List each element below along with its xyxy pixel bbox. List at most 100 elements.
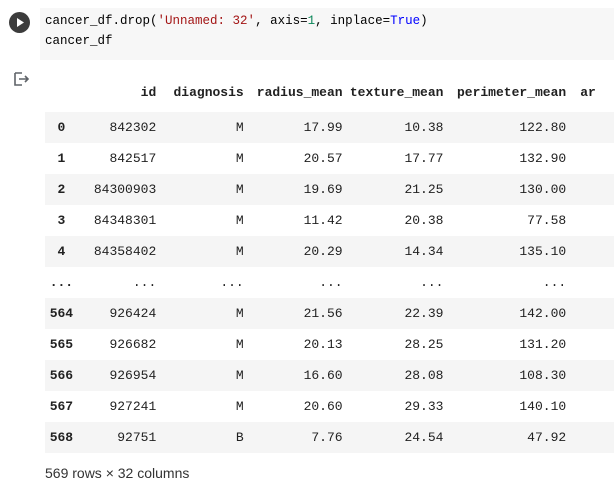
table-cell: 17.77 (404, 151, 444, 166)
table-row: 4 84358402 M 20.29 14.34 135.10 (45, 236, 614, 267)
table-row: 565 926682 M 20.13 28.25 131.20 (45, 329, 614, 360)
table-cell: 20.29 (303, 244, 343, 259)
code-token: cancer_df.drop( (45, 14, 158, 28)
table-cell (570, 422, 614, 453)
column-header: ar (580, 84, 596, 100)
table-cell: B (235, 430, 244, 445)
table-cell: M (235, 368, 244, 383)
table-cell (570, 329, 614, 360)
row-index: 567 (49, 399, 74, 414)
table-cell: M (235, 120, 244, 135)
table-cell (570, 267, 614, 298)
row-index: 566 (49, 368, 74, 383)
table-cell: 17.99 (303, 120, 343, 135)
table-cell: 20.60 (303, 399, 343, 414)
row-index: 0 (57, 120, 66, 135)
table-cell: 16.60 (303, 368, 343, 383)
table-cell: 28.25 (404, 337, 444, 352)
code-number-token: 1 (307, 14, 316, 28)
table-cell: 77.58 (527, 213, 567, 228)
table-cell: M (235, 244, 244, 259)
table-cell: 28.08 (404, 368, 444, 383)
table-cell: 926954 (109, 368, 157, 383)
table-cell: 14.34 (404, 244, 444, 259)
table-cell: 842517 (109, 151, 157, 166)
row-index: 4 (57, 244, 66, 259)
table-cell: 927241 (109, 399, 157, 414)
row-index: ... (49, 275, 74, 290)
table-row: 568 92751 B 7.76 24.54 47.92 (45, 422, 614, 453)
index-header (45, 72, 78, 112)
code-line-2: cancer_df (45, 34, 113, 48)
table-cell: 135.10 (519, 244, 567, 259)
run-cell-button[interactable] (9, 12, 30, 33)
code-cell: cancer_df.drop('Unnamed: 32', axis=1, in… (0, 0, 614, 62)
table-row: 1 842517 M 20.57 17.77 132.90 (45, 143, 614, 174)
table-row: 567 927241 M 20.60 29.33 140.10 (45, 391, 614, 422)
table-cell (570, 298, 614, 329)
code-keyword-token: True (390, 14, 421, 28)
table-cell: M (235, 399, 244, 414)
row-index: 1 (57, 151, 66, 166)
table-cell: 11.42 (303, 213, 343, 228)
code-token: , inplace= (315, 14, 391, 28)
column-header: texture_mean (349, 84, 444, 100)
play-icon (17, 18, 24, 27)
table-cell: 132.90 (519, 151, 567, 166)
table-cell (570, 143, 614, 174)
table-cell: 926682 (109, 337, 157, 352)
table-cell: M (235, 213, 244, 228)
code-token: ) (420, 14, 428, 28)
table-cell: 24.54 (404, 430, 444, 445)
table-cell: 20.38 (404, 213, 444, 228)
table-cell: 842302 (109, 120, 157, 135)
table-cell: 22.39 (404, 306, 444, 321)
table-cell: 84358402 (93, 244, 157, 259)
table-cell (570, 174, 614, 205)
code-editor[interactable]: cancer_df.drop('Unnamed: 32', axis=1, in… (40, 8, 614, 60)
table-cell: 20.13 (303, 337, 343, 352)
table-cell: 122.80 (519, 120, 567, 135)
table-row: ... ... ... ... ... ... (45, 267, 614, 298)
table-cell: ... (542, 275, 567, 290)
row-index: 565 (49, 337, 74, 352)
table-cell (570, 112, 614, 143)
column-header: perimeter_mean (456, 84, 567, 100)
table-row: 564 926424 M 21.56 22.39 142.00 (45, 298, 614, 329)
table-row: 566 926954 M 16.60 28.08 108.30 (45, 360, 614, 391)
table-cell: 21.25 (404, 182, 444, 197)
table-cell (570, 360, 614, 391)
output-redirect-icon[interactable] (12, 70, 30, 88)
table-cell: ... (132, 275, 157, 290)
row-index: 564 (49, 306, 74, 321)
output-gutter (0, 62, 40, 500)
table-cell: 84348301 (93, 213, 157, 228)
table-cell: 10.38 (404, 120, 444, 135)
table-cell: ... (220, 275, 244, 290)
table-row: 2 84300903 M 19.69 21.25 130.00 (45, 174, 614, 205)
table-cell: 131.20 (519, 337, 567, 352)
table-cell: 21.56 (303, 306, 343, 321)
table-cell: 47.92 (527, 430, 567, 445)
column-header: diagnosis (173, 84, 244, 100)
table-cell: 142.00 (519, 306, 567, 321)
table-cell: M (235, 337, 244, 352)
table-cell: M (235, 306, 244, 321)
table-cell: 92751 (117, 430, 157, 445)
table-cell: M (235, 182, 244, 197)
column-header: radius_mean (256, 84, 343, 100)
code-line-1: cancer_df.drop('Unnamed: 32', axis=1, in… (45, 14, 428, 28)
table-row: 3 84348301 M 11.42 20.38 77.58 (45, 205, 614, 236)
row-index: 3 (57, 213, 66, 228)
table-cell: 130.00 (519, 182, 567, 197)
dataframe-shape-label: 569 rows × 32 columns (45, 465, 190, 481)
table-cell: 140.10 (519, 399, 567, 414)
table-cell: 20.57 (303, 151, 343, 166)
row-index: 568 (49, 430, 74, 445)
table-cell: 29.33 (404, 399, 444, 414)
dataframe-table: id diagnosis radius_mean texture_mean pe… (45, 72, 614, 453)
output-area: id diagnosis radius_mean texture_mean pe… (40, 62, 614, 500)
table-cell (570, 236, 614, 267)
code-string-token: 'Unnamed: 32' (157, 14, 256, 28)
row-index: 2 (57, 182, 66, 197)
